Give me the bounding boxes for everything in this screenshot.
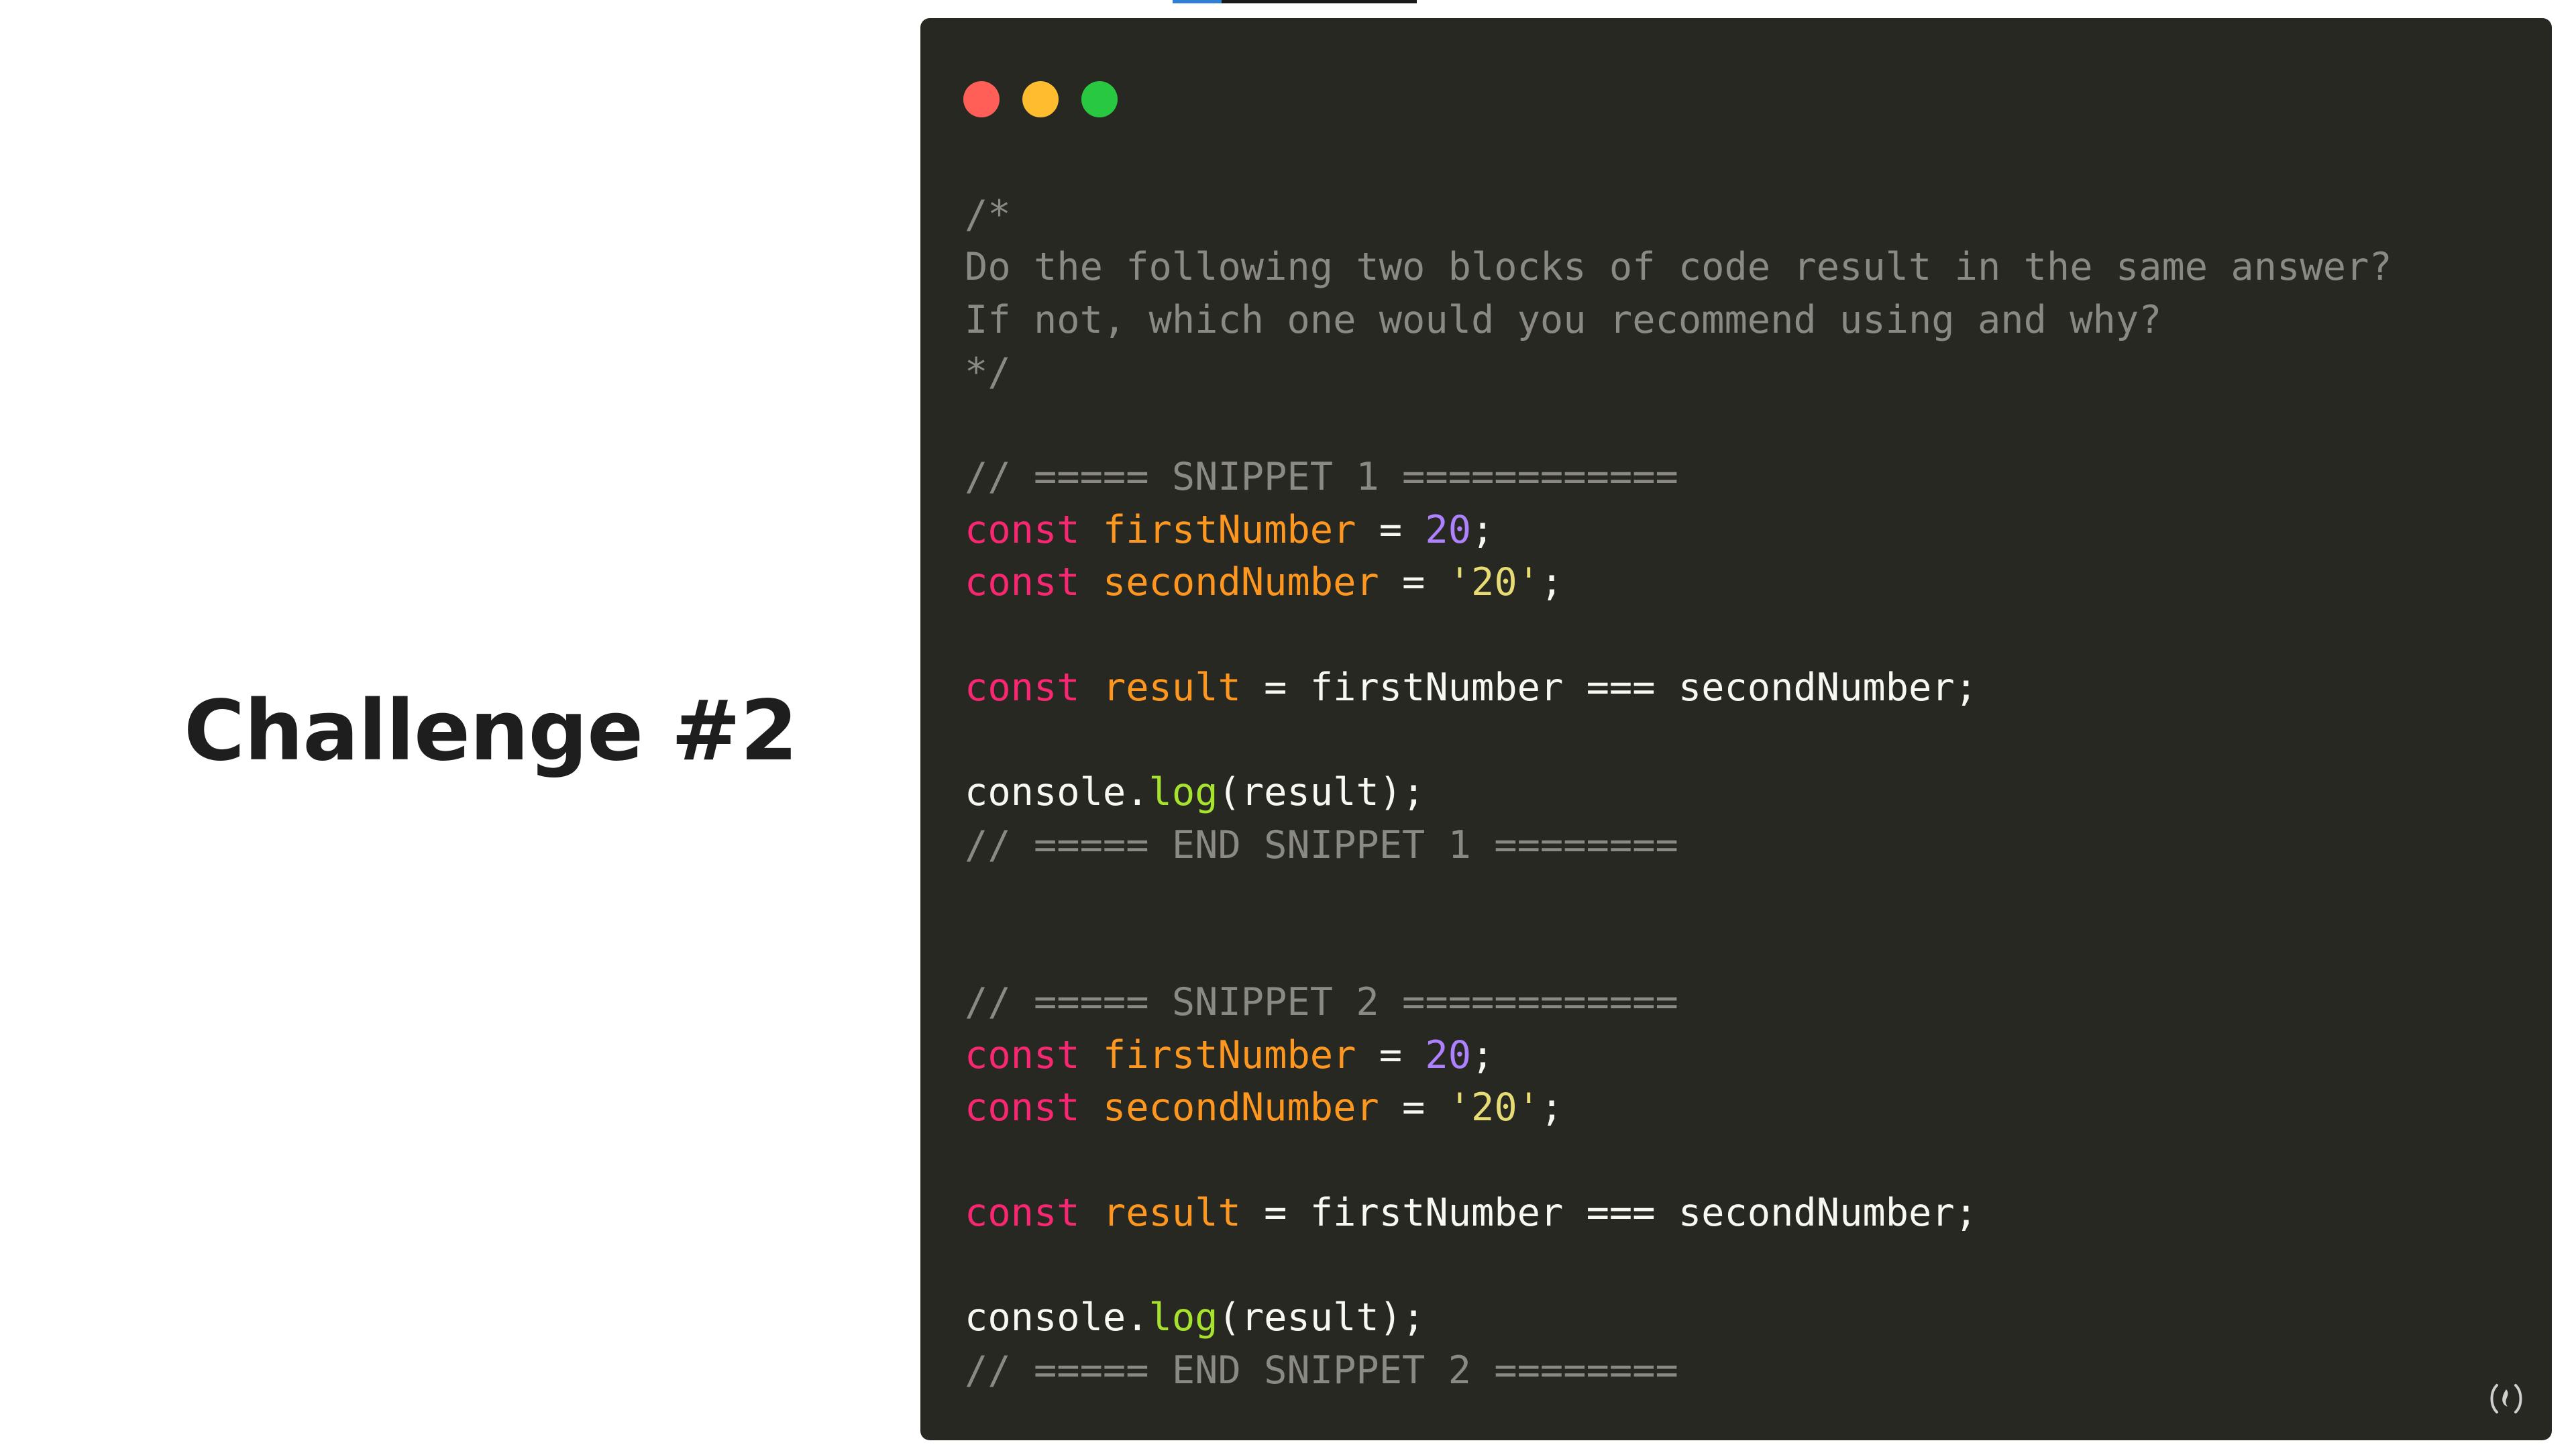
code-token-keyword: const bbox=[965, 1085, 1080, 1130]
video-progress-fill bbox=[1173, 0, 1222, 3]
code-token-comment: // ===== SNIPPET 2 ============ bbox=[965, 980, 1678, 1025]
code-line: // ===== SNIPPET 2 ============ bbox=[965, 976, 2392, 1028]
code-token-comment: // ===== SNIPPET 1 ============ bbox=[965, 455, 1678, 500]
video-progress-bar[interactable] bbox=[1173, 0, 1417, 3]
freecodecamp-logo-icon bbox=[2485, 1377, 2528, 1420]
code-line: console.log(result); bbox=[965, 766, 2392, 818]
code-token-plain: (result); bbox=[1218, 1295, 1426, 1340]
code-token-var: result bbox=[1102, 1190, 1241, 1235]
code-token-fn: log bbox=[1148, 1295, 1218, 1340]
code-token-keyword: const bbox=[965, 560, 1080, 605]
code-line: const secondNumber = '20'; bbox=[965, 556, 2392, 608]
code-token-var: result bbox=[1102, 665, 1241, 710]
code-token-var: firstNumber bbox=[1102, 507, 1356, 552]
code-token-plain: = bbox=[1356, 507, 1426, 552]
code-line: const result = firstNumber === secondNum… bbox=[965, 661, 2392, 714]
code-token-var: firstNumber bbox=[1102, 1032, 1356, 1077]
code-token-plain: = bbox=[1379, 1085, 1448, 1130]
code-line: /* bbox=[965, 189, 2392, 241]
code-token-fn: log bbox=[1148, 770, 1218, 815]
code-token-var: secondNumber bbox=[1102, 560, 1379, 605]
code-token-plain: ; bbox=[1471, 1032, 1495, 1077]
code-token-plain: = bbox=[1356, 1032, 1426, 1077]
code-line: console.log(result); bbox=[965, 1291, 2392, 1344]
code-token-plain: console. bbox=[965, 1295, 1149, 1340]
code-token-comment: Do the following two blocks of code resu… bbox=[965, 245, 2392, 290]
code-token-str: '20' bbox=[1448, 1085, 1540, 1130]
code-token-plain: console. bbox=[965, 770, 1149, 815]
code-line: // ===== END SNIPPET 2 ======== bbox=[965, 1344, 2392, 1397]
code-line: const firstNumber = 20; bbox=[965, 504, 2392, 556]
code-token-var: secondNumber bbox=[1102, 1085, 1379, 1130]
code-line: const result = firstNumber === secondNum… bbox=[965, 1187, 2392, 1239]
code-token-plain: = firstNumber === secondNumber; bbox=[1240, 665, 1978, 710]
code-token-keyword: const bbox=[965, 507, 1080, 552]
code-token-comment: // ===== END SNIPPET 2 ======== bbox=[965, 1348, 1678, 1393]
code-token-comment: /* bbox=[965, 193, 1011, 237]
code-token-keyword: const bbox=[965, 1190, 1080, 1235]
code-token-num: 20 bbox=[1425, 507, 1472, 552]
close-button[interactable] bbox=[963, 81, 1000, 117]
challenge-title: Challenge #2 bbox=[184, 683, 798, 780]
window-controls bbox=[963, 81, 1118, 117]
code-token-str: '20' bbox=[1448, 560, 1540, 605]
slide: Challenge #2 /* Do the following two bloc… bbox=[0, 0, 2576, 1449]
code-token-comment: If not, which one would you recommend us… bbox=[965, 297, 2162, 342]
code-line: // ===== END SNIPPET 1 ======== bbox=[965, 819, 2392, 871]
minimize-button[interactable] bbox=[1022, 81, 1059, 117]
code-token-plain: ; bbox=[1540, 1085, 1564, 1130]
code-block: /* Do the following two blocks of code re… bbox=[965, 189, 2392, 1397]
code-token-plain: (result); bbox=[1218, 770, 1426, 815]
code-line: const secondNumber = '20'; bbox=[965, 1081, 2392, 1134]
code-token-num: 20 bbox=[1425, 1032, 1472, 1077]
code-token-keyword: const bbox=[965, 665, 1080, 710]
maximize-button[interactable] bbox=[1081, 81, 1118, 117]
code-token-keyword: const bbox=[965, 1032, 1080, 1077]
code-line: // ===== SNIPPET 1 ============ bbox=[965, 451, 2392, 503]
code-line: Do the following two blocks of code resu… bbox=[965, 241, 2392, 293]
code-token-plain: ; bbox=[1471, 507, 1495, 552]
code-token-comment: // ===== END SNIPPET 1 ======== bbox=[965, 822, 1678, 867]
code-token-plain: = bbox=[1379, 560, 1448, 605]
code-line: const firstNumber = 20; bbox=[965, 1029, 2392, 1081]
code-token-plain: ; bbox=[1540, 560, 1564, 605]
code-token-plain: = firstNumber === secondNumber; bbox=[1240, 1190, 1978, 1235]
code-line: */ bbox=[965, 346, 2392, 398]
code-token-comment: */ bbox=[965, 350, 1011, 394]
code-editor-window: /* Do the following two blocks of code re… bbox=[920, 18, 2552, 1440]
code-line: If not, which one would you recommend us… bbox=[965, 294, 2392, 346]
